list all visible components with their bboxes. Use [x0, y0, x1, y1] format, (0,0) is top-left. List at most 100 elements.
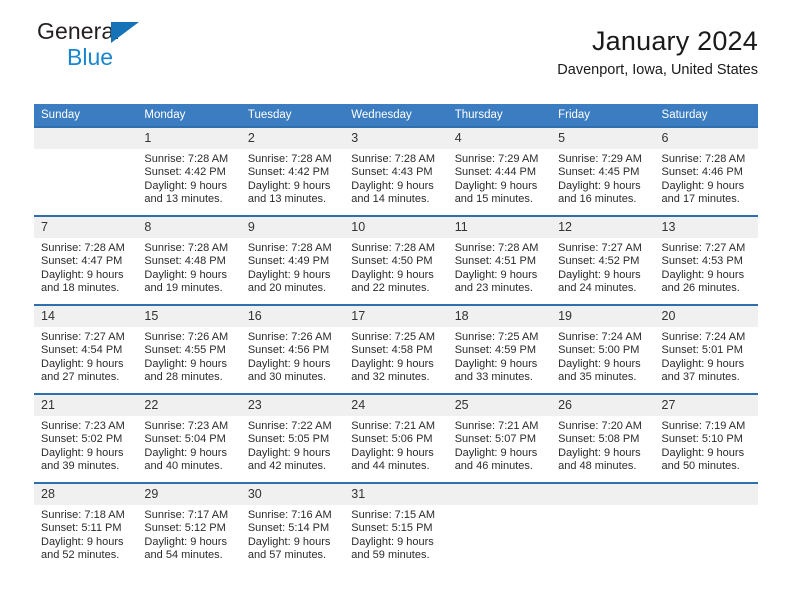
- day-cell[interactable]: 27 Sunrise: 7:19 AM Sunset: 5:10 PM Dayl…: [654, 393, 758, 483]
- weekday-header-friday: Friday: [551, 104, 655, 127]
- daylight-text: Daylight: 9 hours and 39 minutes.: [41, 446, 124, 473]
- calendar-week-row: 14 Sunrise: 7:27 AM Sunset: 4:54 PM Dayl…: [34, 304, 758, 394]
- day-cell[interactable]: 9 Sunrise: 7:28 AM Sunset: 4:49 PM Dayli…: [240, 215, 345, 305]
- day-cell[interactable]: 23 Sunrise: 7:22 AM Sunset: 5:05 PM Dayl…: [240, 393, 345, 483]
- logo-triangle-icon: [111, 22, 139, 43]
- daylight-text: Daylight: 9 hours and 44 minutes.: [351, 446, 434, 473]
- sunrise-text: Sunrise: 7:22 AM: [247, 420, 332, 432]
- day-cell[interactable]: 16 Sunrise: 7:26 AM Sunset: 4:56 PM Dayl…: [240, 304, 345, 394]
- day-cell[interactable]: 25 Sunrise: 7:21 AM Sunset: 5:07 PM Dayl…: [447, 393, 552, 483]
- daylight-text: Daylight: 9 hours and 52 minutes.: [41, 535, 124, 562]
- daylight-text: Daylight: 9 hours and 50 minutes.: [661, 446, 745, 473]
- sunset-text: Sunset: 4:49 PM: [247, 255, 330, 268]
- sunset-text: Sunset: 4:46 PM: [661, 166, 743, 179]
- day-cell[interactable]: [551, 482, 655, 572]
- day-cell[interactable]: 6 Sunrise: 7:28 AM Sunset: 4:46 PM Dayli…: [654, 126, 758, 216]
- sunrise-text: Sunrise: 7:28 AM: [351, 242, 436, 254]
- day-cell[interactable]: 31 Sunrise: 7:15 AM Sunset: 5:15 PM Dayl…: [344, 482, 448, 572]
- day-details: Sunrise: 7:28 AM Sunset: 4:42 PM Dayligh…: [137, 149, 240, 207]
- day-details: Sunrise: 7:28 AM Sunset: 4:46 PM Dayligh…: [655, 149, 758, 207]
- day-cell[interactable]: 18 Sunrise: 7:25 AM Sunset: 4:59 PM Dayl…: [447, 304, 552, 394]
- daylight-text: Daylight: 9 hours and 17 minutes.: [661, 179, 745, 206]
- sunrise-text: Sunrise: 7:29 AM: [558, 153, 642, 165]
- sunrise-text: Sunrise: 7:25 AM: [454, 331, 539, 343]
- day-details: Sunrise: 7:28 AM Sunset: 4:48 PM Dayligh…: [137, 238, 240, 296]
- day-details: Sunrise: 7:15 AM Sunset: 5:15 PM Dayligh…: [344, 505, 447, 563]
- day-details: Sunrise: 7:16 AM Sunset: 5:14 PM Dayligh…: [241, 505, 344, 563]
- day-cell[interactable]: 24 Sunrise: 7:21 AM Sunset: 5:06 PM Dayl…: [344, 393, 448, 483]
- day-cell[interactable]: 7 Sunrise: 7:28 AM Sunset: 4:47 PM Dayli…: [34, 215, 138, 305]
- sunset-text: Sunset: 4:51 PM: [454, 255, 537, 268]
- day-cell[interactable]: 20 Sunrise: 7:24 AM Sunset: 5:01 PM Dayl…: [654, 304, 758, 394]
- day-number: 2: [240, 128, 345, 149]
- sunrise-text: Sunrise: 7:28 AM: [144, 242, 229, 254]
- day-number: 5: [551, 128, 655, 149]
- day-cell[interactable]: 28 Sunrise: 7:18 AM Sunset: 5:11 PM Dayl…: [34, 482, 138, 572]
- day-details: Sunrise: 7:17 AM Sunset: 5:12 PM Dayligh…: [137, 505, 240, 563]
- day-details: Sunrise: 7:28 AM Sunset: 4:42 PM Dayligh…: [241, 149, 344, 207]
- sunrise-text: Sunrise: 7:28 AM: [454, 242, 539, 254]
- day-cell[interactable]: 19 Sunrise: 7:24 AM Sunset: 5:00 PM Dayl…: [551, 304, 655, 394]
- daylight-text: Daylight: 9 hours and 35 minutes.: [558, 357, 641, 384]
- day-number: 11: [447, 217, 552, 238]
- general-blue-logo[interactable]: General Blue: [37, 20, 267, 74]
- day-cell[interactable]: 5 Sunrise: 7:29 AM Sunset: 4:45 PM Dayli…: [551, 126, 655, 216]
- daylight-text: Daylight: 9 hours and 37 minutes.: [661, 357, 745, 384]
- sunset-text: Sunset: 5:06 PM: [351, 433, 433, 446]
- daylight-text: Daylight: 9 hours and 18 minutes.: [41, 268, 124, 295]
- daylight-text: Daylight: 9 hours and 13 minutes.: [247, 179, 331, 206]
- day-cell[interactable]: 3 Sunrise: 7:28 AM Sunset: 4:43 PM Dayli…: [344, 126, 448, 216]
- sunrise-text: Sunrise: 7:28 AM: [247, 153, 332, 165]
- day-cell[interactable]: 1 Sunrise: 7:28 AM Sunset: 4:42 PM Dayli…: [137, 126, 241, 216]
- sunset-text: Sunset: 4:47 PM: [41, 255, 123, 268]
- calendar-week-row: 7 Sunrise: 7:28 AM Sunset: 4:47 PM Dayli…: [34, 215, 758, 305]
- sunrise-text: Sunrise: 7:25 AM: [351, 331, 436, 343]
- day-details: Sunrise: 7:19 AM Sunset: 5:10 PM Dayligh…: [655, 416, 758, 474]
- day-cell[interactable]: 30 Sunrise: 7:16 AM Sunset: 5:14 PM Dayl…: [240, 482, 345, 572]
- day-cell[interactable]: 10 Sunrise: 7:28 AM Sunset: 4:50 PM Dayl…: [344, 215, 448, 305]
- day-cell[interactable]: [654, 482, 758, 572]
- day-cell[interactable]: 15 Sunrise: 7:26 AM Sunset: 4:55 PM Dayl…: [137, 304, 241, 394]
- day-number: 23: [240, 395, 345, 416]
- sunrise-text: Sunrise: 7:29 AM: [454, 153, 539, 165]
- day-cell[interactable]: 8 Sunrise: 7:28 AM Sunset: 4:48 PM Dayli…: [137, 215, 241, 305]
- sunrise-text: Sunrise: 7:21 AM: [351, 420, 436, 432]
- sunset-text: Sunset: 4:56 PM: [247, 344, 330, 357]
- day-cell[interactable]: [447, 482, 552, 572]
- day-details: [551, 505, 654, 509]
- day-cell[interactable]: 22 Sunrise: 7:23 AM Sunset: 5:04 PM Dayl…: [137, 393, 241, 483]
- logo-text-general: General: [37, 18, 120, 44]
- day-cell[interactable]: [34, 126, 138, 216]
- day-details: Sunrise: 7:28 AM Sunset: 4:51 PM Dayligh…: [448, 238, 551, 296]
- day-details: Sunrise: 7:27 AM Sunset: 4:54 PM Dayligh…: [34, 327, 137, 385]
- daylight-text: Daylight: 9 hours and 57 minutes.: [247, 535, 331, 562]
- day-cell[interactable]: 14 Sunrise: 7:27 AM Sunset: 4:54 PM Dayl…: [34, 304, 138, 394]
- day-details: [655, 505, 758, 509]
- sunset-text: Sunset: 4:43 PM: [351, 166, 433, 179]
- day-details: Sunrise: 7:28 AM Sunset: 4:50 PM Dayligh…: [344, 238, 447, 296]
- day-cell[interactable]: 13 Sunrise: 7:27 AM Sunset: 4:53 PM Dayl…: [654, 215, 758, 305]
- day-cell[interactable]: 11 Sunrise: 7:28 AM Sunset: 4:51 PM Dayl…: [447, 215, 552, 305]
- day-cell[interactable]: 4 Sunrise: 7:29 AM Sunset: 4:44 PM Dayli…: [447, 126, 552, 216]
- daylight-text: Daylight: 9 hours and 22 minutes.: [351, 268, 434, 295]
- day-cell[interactable]: 17 Sunrise: 7:25 AM Sunset: 4:58 PM Dayl…: [344, 304, 448, 394]
- sunrise-text: Sunrise: 7:23 AM: [144, 420, 229, 432]
- day-details: Sunrise: 7:18 AM Sunset: 5:11 PM Dayligh…: [34, 505, 137, 563]
- day-number: 20: [654, 306, 758, 327]
- day-number: [551, 484, 655, 505]
- sunrise-text: Sunrise: 7:19 AM: [661, 420, 746, 432]
- day-cell[interactable]: 2 Sunrise: 7:28 AM Sunset: 4:42 PM Dayli…: [240, 126, 345, 216]
- day-cell[interactable]: 21 Sunrise: 7:23 AM Sunset: 5:02 PM Dayl…: [34, 393, 138, 483]
- day-cell[interactable]: 12 Sunrise: 7:27 AM Sunset: 4:52 PM Dayl…: [551, 215, 655, 305]
- day-number: 21: [34, 395, 138, 416]
- day-number: 7: [34, 217, 138, 238]
- sunrise-text: Sunrise: 7:18 AM: [41, 509, 125, 521]
- daylight-text: Daylight: 9 hours and 46 minutes.: [454, 446, 538, 473]
- day-cell[interactable]: 29 Sunrise: 7:17 AM Sunset: 5:12 PM Dayl…: [137, 482, 241, 572]
- day-details: Sunrise: 7:24 AM Sunset: 5:00 PM Dayligh…: [551, 327, 654, 385]
- daylight-text: Daylight: 9 hours and 20 minutes.: [247, 268, 331, 295]
- daylight-text: Daylight: 9 hours and 26 minutes.: [661, 268, 745, 295]
- sunset-text: Sunset: 4:44 PM: [454, 166, 537, 179]
- day-cell[interactable]: 26 Sunrise: 7:20 AM Sunset: 5:08 PM Dayl…: [551, 393, 655, 483]
- day-number: 4: [447, 128, 552, 149]
